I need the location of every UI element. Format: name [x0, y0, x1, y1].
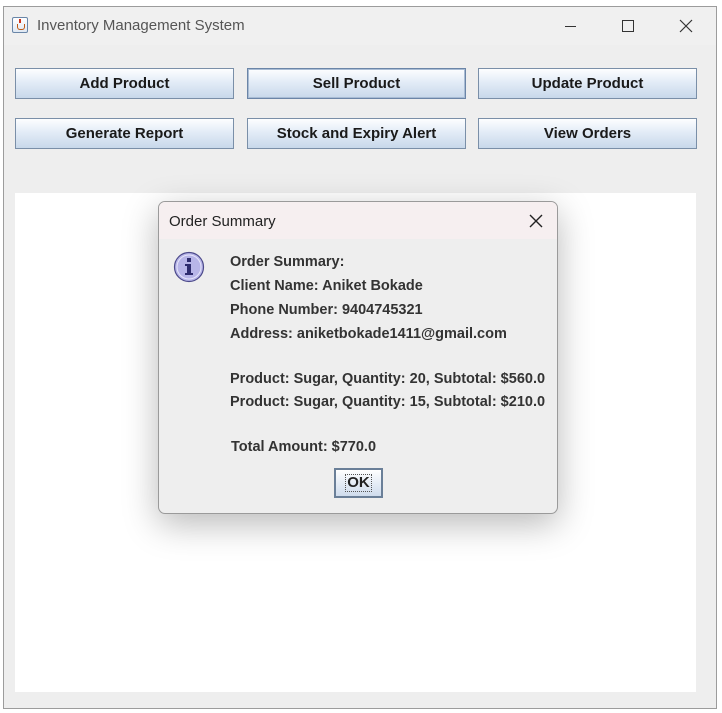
add-product-button[interactable]: Add Product [15, 68, 234, 99]
order-summary-dialog: Order Summary Order Summary: Client Name… [158, 201, 558, 514]
close-icon [529, 214, 543, 228]
stock-expiry-alert-button[interactable]: Stock and Expiry Alert [247, 118, 466, 149]
title-bar[interactable]: Inventory Management System [4, 7, 716, 45]
ok-button[interactable]: OK [334, 468, 383, 498]
message-address: Address: aniketbokade1411@gmail.com [230, 326, 507, 342]
java-app-icon [12, 17, 28, 33]
minimize-icon [564, 25, 576, 27]
dialog-title: Order Summary [169, 213, 276, 230]
message-client-name: Client Name: Aniket Bokade [230, 278, 423, 294]
maximize-button[interactable] [605, 7, 651, 45]
sell-product-button[interactable]: Sell Product [247, 68, 466, 99]
message-total-amount: Total Amount: $770.0 [231, 439, 377, 455]
dialog-close-button[interactable] [523, 208, 549, 234]
update-product-button[interactable]: Update Product [478, 68, 697, 99]
window-title: Inventory Management System [37, 17, 245, 34]
message-phone-number: Phone Number: 9404745321 [230, 302, 423, 318]
close-button[interactable] [663, 7, 709, 45]
message-heading: Order Summary: [230, 254, 345, 270]
message-product-line: Product: Sugar, Quantity: 20, Subtotal: … [230, 371, 546, 387]
information-icon [173, 251, 205, 283]
maximize-icon [622, 20, 634, 32]
generate-report-button[interactable]: Generate Report [15, 118, 234, 149]
message-product-line: Product: Sugar, Quantity: 15, Subtotal: … [230, 394, 546, 410]
minimize-button[interactable] [547, 7, 593, 45]
dialog-title-bar[interactable]: Order Summary [159, 202, 557, 239]
ok-button-label: OK [345, 474, 372, 492]
view-orders-button[interactable]: View Orders [478, 118, 697, 149]
close-icon [679, 19, 693, 33]
